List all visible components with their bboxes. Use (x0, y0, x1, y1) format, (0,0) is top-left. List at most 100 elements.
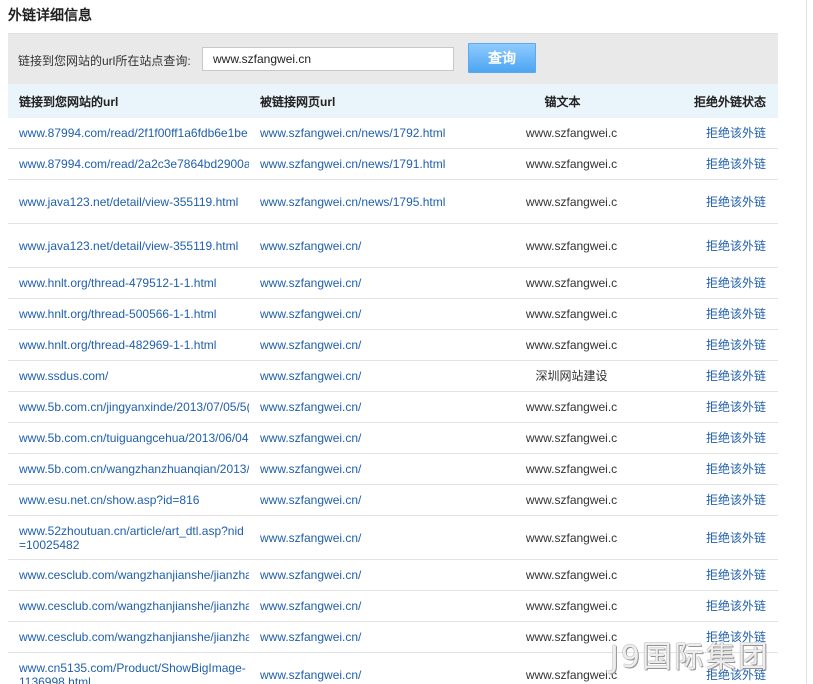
source-url-link[interactable]: www.87994.com/read/2a2c3e7864bd2900a (8, 157, 249, 171)
query-button[interactable]: 查询 (468, 43, 536, 73)
target-url-link[interactable]: www.szfangwei.cn/ (249, 668, 475, 682)
page: 外链详细信息 链接到您网站的url所在站点查询: 查询 链接到您网站的url 被… (0, 0, 813, 684)
reject-backlink-link[interactable]: 拒绝该外链 (650, 239, 778, 253)
anchor-text: www.szfangwei.c (525, 493, 618, 507)
table-row: www.java123.net/detail/view-355119.html w… (8, 179, 778, 224)
cell-source-url: www.ssdus.com/ (8, 360, 249, 392)
cell-reject-status: 拒绝该外链 (650, 329, 778, 361)
anchor-text: www.szfangwei.c (525, 599, 618, 613)
reject-backlink-link[interactable]: 拒绝该外链 (650, 431, 778, 445)
target-url-link[interactable]: www.szfangwei.cn/ (249, 239, 475, 253)
cell-anchor-text: www.szfangwei.c (475, 484, 650, 516)
target-url-link[interactable]: www.szfangwei.cn/ (249, 630, 475, 644)
header-anchor-text: 锚文本 (475, 84, 650, 118)
target-url-link[interactable]: www.szfangwei.cn/ (249, 338, 475, 352)
cell-anchor-text: www.szfangwei.c (475, 453, 650, 485)
cell-target-url: www.szfangwei.cn/news/1795.html (249, 179, 475, 224)
source-url-link[interactable]: www.java123.net/detail/view-355119.html (8, 195, 249, 209)
target-url-link[interactable]: www.szfangwei.cn/ (249, 431, 475, 445)
source-url-link[interactable]: www.52zhoutuan.cn/article/art_dtl.asp?ni… (8, 524, 249, 552)
cell-anchor-text: www.szfangwei.c (475, 148, 650, 180)
reject-backlink-link[interactable]: 拒绝该外链 (650, 338, 778, 352)
table-row: www.esu.net.cn/show.asp?id=816 www.szfang… (8, 484, 778, 516)
table-row: www.hnlt.org/thread-479512-1-1.html www.s… (8, 267, 778, 299)
cell-source-url: www.5b.com.cn/tuiguangcehua/2013/06/04 (8, 422, 249, 454)
source-url-link[interactable]: www.cesclub.com/wangzhanjianshe/jianzha (8, 630, 249, 644)
cell-reject-status: 拒绝该外链 (650, 453, 778, 485)
cell-reject-status: 拒绝该外链 (650, 267, 778, 299)
reject-backlink-link[interactable]: 拒绝该外链 (650, 307, 778, 321)
backlink-table: 链接到您网站的url 被链接网页url 锚文本 拒绝外链状态 www.87994… (8, 84, 778, 684)
cell-anchor-text: www.szfangwei.c (475, 391, 650, 423)
target-url-link[interactable]: www.szfangwei.cn/news/1792.html (249, 126, 475, 140)
table-row: www.5b.com.cn/wangzhanzhuanqian/2013/www… (8, 453, 778, 485)
anchor-text: www.szfangwei.c (525, 126, 618, 140)
target-url-link[interactable]: www.szfangwei.cn/ (249, 369, 475, 383)
reject-backlink-link[interactable]: 拒绝该外链 (650, 531, 778, 545)
cell-reject-status: 拒绝该外链 (650, 223, 778, 268)
cell-reject-status: 拒绝该外链 (650, 559, 778, 591)
reject-backlink-link[interactable]: 拒绝该外链 (650, 493, 778, 507)
reject-backlink-link[interactable]: 拒绝该外链 (650, 369, 778, 383)
source-url-link[interactable]: www.cesclub.com/wangzhanjianshe/jianzha (8, 568, 249, 582)
anchor-text: www.szfangwei.c (525, 276, 618, 290)
source-url-link[interactable]: www.5b.com.cn/wangzhanzhuanqian/2013/ (8, 462, 249, 476)
reject-backlink-link[interactable]: 拒绝该外链 (650, 157, 778, 171)
cell-reject-status: 拒绝该外链 (650, 118, 778, 149)
cell-reject-status: 拒绝该外链 (650, 360, 778, 392)
source-url-link[interactable]: www.ssdus.com/ (8, 369, 249, 383)
reject-backlink-link[interactable]: 拒绝该外链 (650, 276, 778, 290)
reject-backlink-link[interactable]: 拒绝该外链 (650, 400, 778, 414)
cell-target-url: www.szfangwei.cn/ (249, 453, 475, 485)
source-url-link[interactable]: www.cesclub.com/wangzhanjianshe/jianzha (8, 599, 249, 613)
query-bar: 链接到您网站的url所在站点查询: 查询 (8, 33, 778, 84)
source-url-link[interactable]: www.hnlt.org/thread-500566-1-1.html (8, 307, 249, 321)
target-url-link[interactable]: www.szfangwei.cn/ (249, 307, 475, 321)
target-url-link[interactable]: www.szfangwei.cn/ (249, 531, 475, 545)
anchor-text: www.szfangwei.c (525, 462, 618, 476)
source-url-link[interactable]: www.5b.com.cn/jingyanxinde/2013/07/05/5( (8, 400, 249, 414)
table-body: www.87994.com/read/2f1f00ff1a6fdb6e1be ww… (8, 118, 778, 684)
cell-reject-status: 拒绝该外链 (650, 179, 778, 224)
cell-reject-status: 拒绝该外链 (650, 391, 778, 423)
cell-target-url: www.szfangwei.cn/ (249, 298, 475, 330)
cell-source-url: www.cesclub.com/wangzhanjianshe/jianzha (8, 590, 249, 622)
target-url-link[interactable]: www.szfangwei.cn/ (249, 599, 475, 613)
reject-backlink-link[interactable]: 拒绝该外链 (650, 195, 778, 209)
cell-source-url: www.cesclub.com/wangzhanjianshe/jianzha (8, 621, 249, 653)
target-url-link[interactable]: www.szfangwei.cn/ (249, 493, 475, 507)
table-row: www.cesclub.com/wangzhanjianshe/jianzha w… (8, 559, 778, 591)
table-row: www.cesclub.com/wangzhanjianshe/jianzha w… (8, 590, 778, 622)
target-url-link[interactable]: www.szfangwei.cn/ (249, 462, 475, 476)
anchor-text: 深圳网站建设 (535, 369, 608, 383)
source-url-link[interactable]: www.esu.net.cn/show.asp?id=816 (8, 493, 249, 507)
reject-backlink-link[interactable]: 拒绝该外链 (650, 568, 778, 582)
reject-backlink-link[interactable]: 拒绝该外链 (650, 599, 778, 613)
backlink-detail-panel: 外链详细信息 链接到您网站的url所在站点查询: 查询 链接到您网站的url 被… (8, 0, 778, 684)
cell-source-url: www.52zhoutuan.cn/article/art_dtl.asp?ni… (8, 515, 249, 560)
header-source-url: 链接到您网站的url (8, 84, 249, 118)
target-url-link[interactable]: www.szfangwei.cn/ (249, 568, 475, 582)
target-url-link[interactable]: www.szfangwei.cn/news/1791.html (249, 157, 475, 171)
reject-backlink-link[interactable]: 拒绝该外链 (650, 126, 778, 140)
site-query-input[interactable] (202, 47, 454, 71)
cell-target-url: www.szfangwei.cn/ (249, 621, 475, 653)
reject-backlink-link[interactable]: 拒绝该外链 (650, 462, 778, 476)
source-url-link[interactable]: www.cn5135.com/Product/ShowBigImage-1136… (8, 661, 249, 684)
source-url-link[interactable]: www.5b.com.cn/tuiguangcehua/2013/06/04 (8, 431, 249, 445)
source-url-link[interactable]: www.hnlt.org/thread-482969-1-1.html (8, 338, 249, 352)
cell-anchor-text: www.szfangwei.c (475, 559, 650, 591)
cell-target-url: www.szfangwei.cn/ (249, 515, 475, 560)
anchor-text: www.szfangwei.c (525, 238, 618, 253)
source-url-link[interactable]: www.java123.net/detail/view-355119.html (8, 239, 249, 253)
target-url-link[interactable]: www.szfangwei.cn/news/1795.html (249, 195, 475, 209)
cell-reject-status: 拒绝该外链 (650, 422, 778, 454)
cell-target-url: www.szfangwei.cn/ (249, 590, 475, 622)
cell-reject-status: 拒绝该外链 (650, 298, 778, 330)
source-url-link[interactable]: www.hnlt.org/thread-479512-1-1.html (8, 276, 249, 290)
source-url-link[interactable]: www.87994.com/read/2f1f00ff1a6fdb6e1be (8, 126, 249, 140)
cell-target-url: www.szfangwei.cn/ (249, 391, 475, 423)
target-url-link[interactable]: www.szfangwei.cn/ (249, 276, 475, 290)
table-row: www.ssdus.com/www.szfangwei.cn/深圳网站建设 拒绝该… (8, 360, 778, 392)
target-url-link[interactable]: www.szfangwei.cn/ (249, 400, 475, 414)
